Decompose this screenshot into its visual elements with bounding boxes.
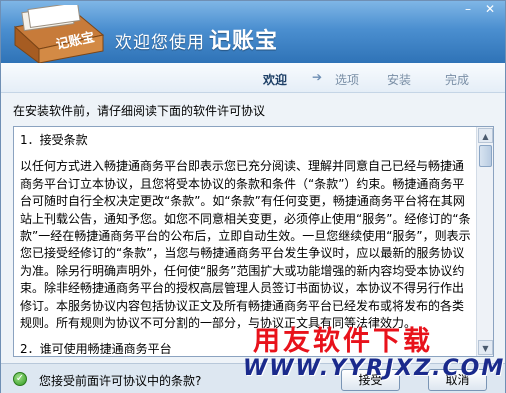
window-title: 欢迎您使用 记账宝 <box>115 23 278 55</box>
license-scrollbar[interactable]: ▲ ▼ <box>476 127 493 356</box>
license-next-heading: 2．谁可使用畅捷通商务平台 <box>20 342 172 354</box>
installer-window: 记账宝 欢迎您使用 记账宝 – ✕ 欢迎 ➔ 选项 安装 完成 在安装软件前，请仔… <box>0 0 506 393</box>
footer-bar: ✓ 您接受前面许可协议中的条款? 接受 取消 <box>1 363 505 393</box>
step-welcome: 欢迎 <box>263 73 288 87</box>
checkmark-icon: ✓ <box>13 372 27 386</box>
step-indicator: 欢迎 ➔ 选项 安装 完成 <box>1 63 505 93</box>
step-arrow-icon: ➔ <box>312 70 323 84</box>
license-heading: 1．接受条款 <box>20 133 88 147</box>
title-brand: 记账宝 <box>209 29 279 54</box>
header-banner: 记账宝 欢迎您使用 记账宝 – ✕ <box>1 1 505 63</box>
step-options: 选项 <box>335 73 360 87</box>
scroll-down-icon[interactable]: ▼ <box>478 340 493 355</box>
accept-button[interactable]: 接受 <box>341 369 400 391</box>
scroll-thumb[interactable] <box>479 145 492 167</box>
agree-question: 您接受前面许可协议中的条款? <box>39 374 202 388</box>
license-prompt: 在安装软件前，请仔细阅读下面的软件许可协议 <box>13 104 266 118</box>
ledger-box-logo: 记账宝 <box>13 5 105 63</box>
license-text: 1．接受条款 以任何方式进入畅捷通商务平台即表示您已充分阅读、理解并同意自己已经… <box>20 132 474 354</box>
close-button[interactable]: ✕ <box>483 3 497 16</box>
minimize-button[interactable]: – <box>461 3 475 16</box>
title-prefix: 欢迎您使用 <box>115 33 205 53</box>
step-install: 安装 <box>387 73 412 87</box>
cancel-button[interactable]: 取消 <box>428 369 487 391</box>
scroll-up-icon[interactable]: ▲ <box>478 128 493 143</box>
step-finish: 完成 <box>445 73 470 87</box>
license-textbox[interactable]: 1．接受条款 以任何方式进入畅捷通商务平台即表示您已充分阅读、理解并同意自己已经… <box>13 126 494 357</box>
license-paragraph: 以任何方式进入畅捷通商务平台即表示您已充分阅读、理解并同意自己已经与畅捷通商务平… <box>20 159 471 331</box>
